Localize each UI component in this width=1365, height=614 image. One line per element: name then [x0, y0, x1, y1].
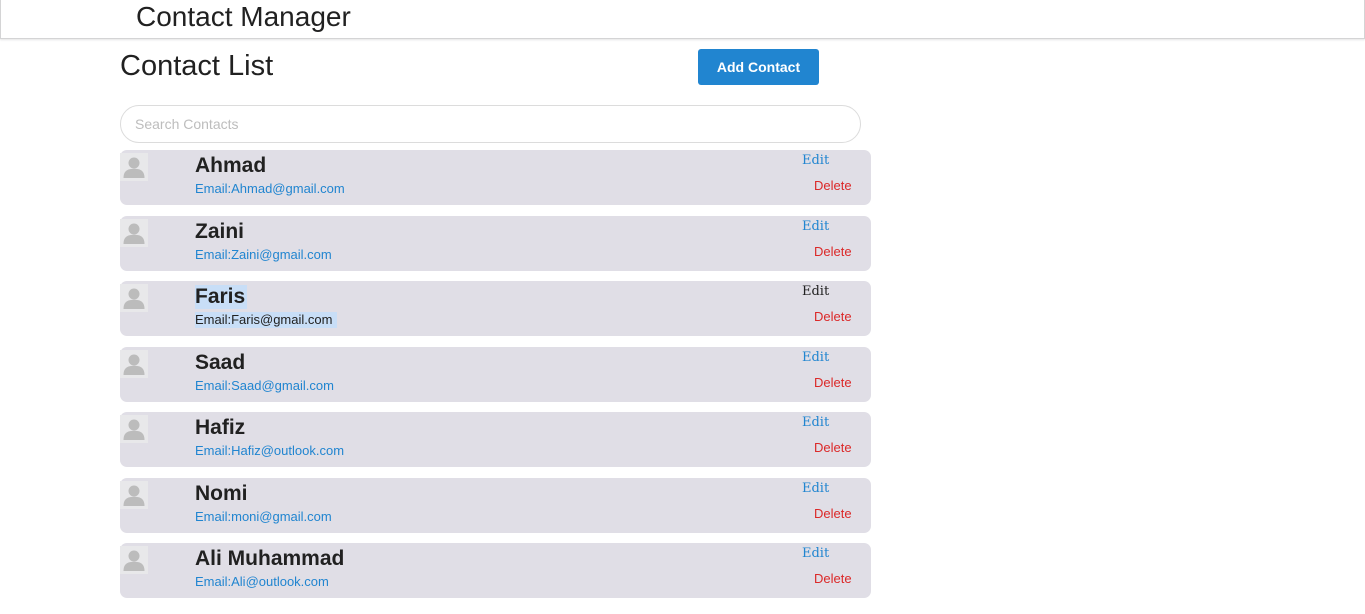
contact-name: Faris [195, 285, 248, 309]
edit-contact-link[interactable]: Edit [802, 481, 829, 497]
contact-card: Hafiz Email:Hafiz@outlook.com Edit Delet… [120, 412, 871, 467]
contact-name: Nomi [195, 481, 248, 505]
contact-card: Nomi Email:moni@gmail.com Edit Delete [120, 477, 871, 533]
app-title: Contact Manager [136, 1, 351, 32]
contact-card: Ahmad Email:Ahmad@gmail.com Edit Delete [120, 150, 871, 205]
contact-name: Ali Muhammad [195, 547, 345, 570]
delete-contact-link[interactable]: Delete [814, 244, 852, 260]
contact-name: Ahmad [195, 154, 267, 177]
user-avatar-icon [120, 218, 148, 247]
contact-email: Email:Ahmad@gmail.com [195, 181, 345, 196]
contact-card: Faris Email:Faris@gmail.com Edit Delete [120, 281, 871, 336]
contact-name: Hafiz [195, 416, 246, 439]
contact-name: Zaini [195, 219, 245, 243]
user-avatar-icon [120, 415, 148, 443]
delete-contact-link[interactable]: Delete [814, 571, 852, 587]
user-avatar-icon [120, 546, 148, 574]
contact-email: Email:Zaini@gmail.com [195, 246, 332, 262]
edit-contact-link[interactable]: Edit [802, 546, 829, 562]
edit-contact-link[interactable]: Edit [802, 415, 829, 431]
contact-card: Ali Muhammad Email:Ali@outlook.com Edit … [120, 543, 871, 598]
page-title: Contact List [120, 50, 274, 82]
contact-email: Email:moni@gmail.com [195, 508, 332, 524]
user-avatar-icon [120, 349, 148, 378]
edit-contact-link[interactable]: Edit [802, 284, 829, 300]
app-header: Contact Manager [0, 0, 1365, 39]
delete-contact-link[interactable]: Delete [814, 440, 852, 456]
contact-email: Email:Hafiz@outlook.com [195, 443, 345, 458]
contact-email: Email:Faris@gmail.com [195, 312, 338, 328]
user-avatar-icon [120, 153, 148, 181]
contact-email: Email:Saad@gmail.com [195, 377, 334, 393]
add-contact-button[interactable]: Add Contact [698, 49, 819, 85]
contact-card: Zaini Email:Zaini@gmail.com Edit Delete [120, 215, 871, 271]
search-input[interactable] [120, 105, 861, 143]
delete-contact-link[interactable]: Delete [814, 178, 852, 194]
contact-card: Saad Email:Saad@gmail.com Edit Delete [120, 346, 871, 402]
edit-contact-link[interactable]: Edit [802, 219, 829, 235]
delete-contact-link[interactable]: Delete [814, 309, 852, 325]
contact-email: Email:Ali@outlook.com [195, 574, 329, 589]
edit-contact-link[interactable]: Edit [802, 350, 829, 366]
delete-contact-link[interactable]: Delete [814, 375, 852, 391]
contact-list: Ahmad Email:Ahmad@gmail.com Edit Delete … [120, 150, 871, 609]
search-bar [120, 105, 861, 143]
contact-name: Saad [195, 350, 246, 374]
user-avatar-icon [120, 284, 148, 312]
edit-contact-link[interactable]: Edit [802, 153, 829, 169]
user-avatar-icon [120, 480, 148, 509]
delete-contact-link[interactable]: Delete [814, 506, 852, 522]
